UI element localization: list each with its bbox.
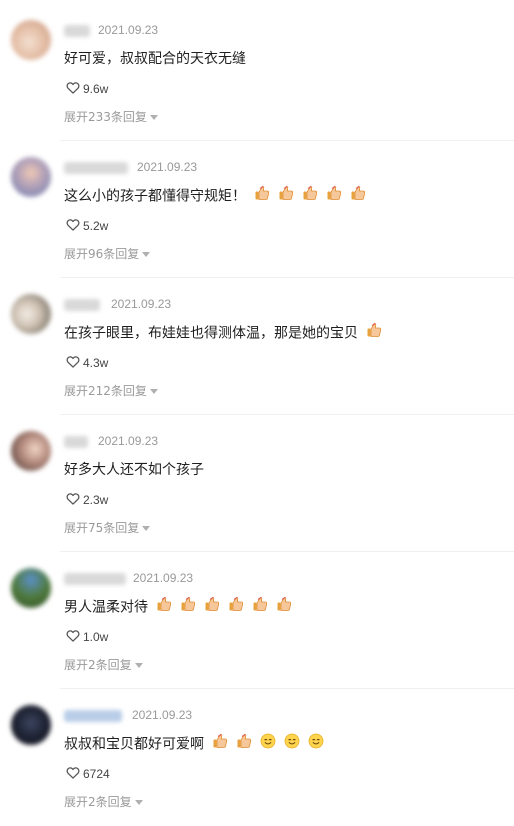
- smile-emoji-icon: [284, 733, 300, 756]
- smile-emoji-icon: [260, 733, 276, 756]
- emoji-row: [148, 596, 292, 616]
- comment-text-body: 这么小的孩子都懂得守规矩！: [64, 188, 246, 205]
- heart-icon: [66, 81, 80, 97]
- avatar[interactable]: [11, 294, 51, 334]
- heart-icon: [66, 766, 80, 782]
- caret-down-icon: [149, 384, 158, 398]
- thumbs-up-emoji-icon: [278, 185, 294, 208]
- heart-icon: [66, 629, 80, 645]
- emoji-row: [246, 185, 366, 205]
- comment-item: 2021.09.23 叔叔和宝贝都好可爱啊 6724 展开2条回复: [0, 689, 514, 826]
- thumbs-up-emoji-icon: [212, 733, 228, 756]
- heart-icon: [66, 218, 80, 234]
- thumbs-up-emoji-icon: [252, 596, 268, 619]
- avatar[interactable]: [11, 20, 51, 60]
- caret-down-icon: [149, 110, 158, 124]
- caret-down-icon: [134, 658, 143, 672]
- thumbs-up-emoji-icon: [326, 185, 342, 208]
- avatar[interactable]: [11, 705, 51, 745]
- comment-date: 2021.09.23: [132, 708, 193, 722]
- like-button[interactable]: 9.6w: [66, 81, 108, 97]
- username-blurred[interactable]: [64, 162, 128, 174]
- caret-down-icon: [142, 521, 151, 535]
- smile-emoji-icon: [308, 733, 324, 756]
- comment-item: 2021.09.23 男人温柔对待 1.0w 展开2条回复: [0, 552, 514, 689]
- avatar[interactable]: [11, 431, 51, 471]
- heart-icon: [66, 355, 80, 371]
- comment-item: 2021.09.23 好多大人还不如个孩子 2.3w 展开75条回复: [0, 415, 514, 552]
- comment-item: 2021.09.23 在孩子眼里，布娃娃也得测体温，那是她的宝贝 4.3w 展开…: [0, 278, 514, 415]
- comment-text-body: 好多大人还不如个孩子: [64, 462, 204, 478]
- emoji-row: [204, 733, 324, 753]
- comment-item: 2021.09.23 这么小的孩子都懂得守规矩！ 5.2w 展开96条回复: [0, 141, 514, 278]
- username-blurred[interactable]: [64, 299, 100, 311]
- comment-text: 叔叔和宝贝都好可爱啊: [64, 733, 324, 756]
- comment-date: 2021.09.23: [133, 571, 194, 585]
- comment-date: 2021.09.23: [98, 434, 159, 448]
- like-button[interactable]: 4.3w: [66, 355, 108, 371]
- thumbs-up-emoji-icon: [276, 596, 292, 619]
- expand-replies-label: 展开233条回复: [64, 110, 147, 124]
- like-count: 5.2w: [83, 219, 109, 233]
- username-blurred[interactable]: [64, 25, 90, 37]
- username-blurred[interactable]: [64, 573, 126, 585]
- emoji-row: [358, 322, 382, 342]
- expand-replies-button[interactable]: 展开2条回复: [64, 656, 143, 673]
- like-button[interactable]: 6724: [66, 766, 110, 782]
- comment-list: 2021.09.23 好可爱，叔叔配合的天衣无缝 9.6w 展开233条回复 2…: [0, 0, 514, 820]
- thumbs-up-emoji-icon: [204, 596, 220, 619]
- comment-text-body: 叔叔和宝贝都好可爱啊: [64, 736, 204, 753]
- expand-replies-button[interactable]: 展开212条回复: [64, 382, 158, 399]
- thumbs-up-emoji-icon: [302, 185, 318, 208]
- username-blurred[interactable]: [64, 436, 88, 448]
- like-button[interactable]: 1.0w: [66, 629, 108, 645]
- like-count: 2.3w: [83, 493, 109, 507]
- thumbs-up-emoji-icon: [156, 596, 172, 619]
- comment-date: 2021.09.23: [111, 297, 172, 311]
- caret-down-icon: [142, 247, 151, 261]
- comment-text-body: 男人温柔对待: [64, 599, 148, 616]
- expand-replies-label: 展开212条回复: [64, 384, 147, 398]
- heart-icon: [66, 492, 80, 508]
- avatar[interactable]: [11, 568, 51, 608]
- expand-replies-button[interactable]: 展开233条回复: [64, 108, 158, 125]
- caret-down-icon: [134, 795, 143, 809]
- expand-replies-label: 展开2条回复: [64, 795, 132, 809]
- thumbs-up-emoji-icon: [228, 596, 244, 619]
- like-count: 4.3w: [83, 356, 109, 370]
- comment-date: 2021.09.23: [137, 160, 198, 174]
- thumbs-up-emoji-icon: [236, 733, 252, 756]
- expand-replies-button[interactable]: 展开2条回复: [64, 793, 143, 810]
- comment-text-body: 在孩子眼里，布娃娃也得测体温，那是她的宝贝: [64, 325, 358, 342]
- username-blurred[interactable]: [64, 710, 122, 722]
- comment-text: 男人温柔对待: [64, 596, 292, 619]
- comment-text: 在孩子眼里，布娃娃也得测体温，那是她的宝贝: [64, 322, 382, 345]
- like-count: 9.6w: [83, 82, 109, 96]
- avatar[interactable]: [11, 157, 51, 197]
- thumbs-up-emoji-icon: [350, 185, 366, 208]
- expand-replies-label: 展开96条回复: [64, 247, 140, 261]
- comment-text: 好可爱，叔叔配合的天衣无缝: [64, 48, 246, 70]
- expand-replies-button[interactable]: 展开96条回复: [64, 245, 151, 262]
- comment-text-body: 好可爱，叔叔配合的天衣无缝: [64, 51, 246, 67]
- like-button[interactable]: 2.3w: [66, 492, 108, 508]
- like-button[interactable]: 5.2w: [66, 218, 108, 234]
- expand-replies-button[interactable]: 展开75条回复: [64, 519, 151, 536]
- comment-text: 这么小的孩子都懂得守规矩！: [64, 185, 366, 208]
- comment-text: 好多大人还不如个孩子: [64, 459, 204, 481]
- comment-item: 2021.09.23 好可爱，叔叔配合的天衣无缝 9.6w 展开233条回复: [0, 4, 514, 141]
- like-count: 1.0w: [83, 630, 109, 644]
- expand-replies-label: 展开2条回复: [64, 658, 132, 672]
- expand-replies-label: 展开75条回复: [64, 521, 140, 535]
- comment-date: 2021.09.23: [98, 23, 159, 37]
- thumbs-up-emoji-icon: [180, 596, 196, 619]
- thumbs-up-emoji-icon: [366, 322, 382, 345]
- thumbs-up-emoji-icon: [254, 185, 270, 208]
- like-count: 6724: [83, 767, 110, 781]
